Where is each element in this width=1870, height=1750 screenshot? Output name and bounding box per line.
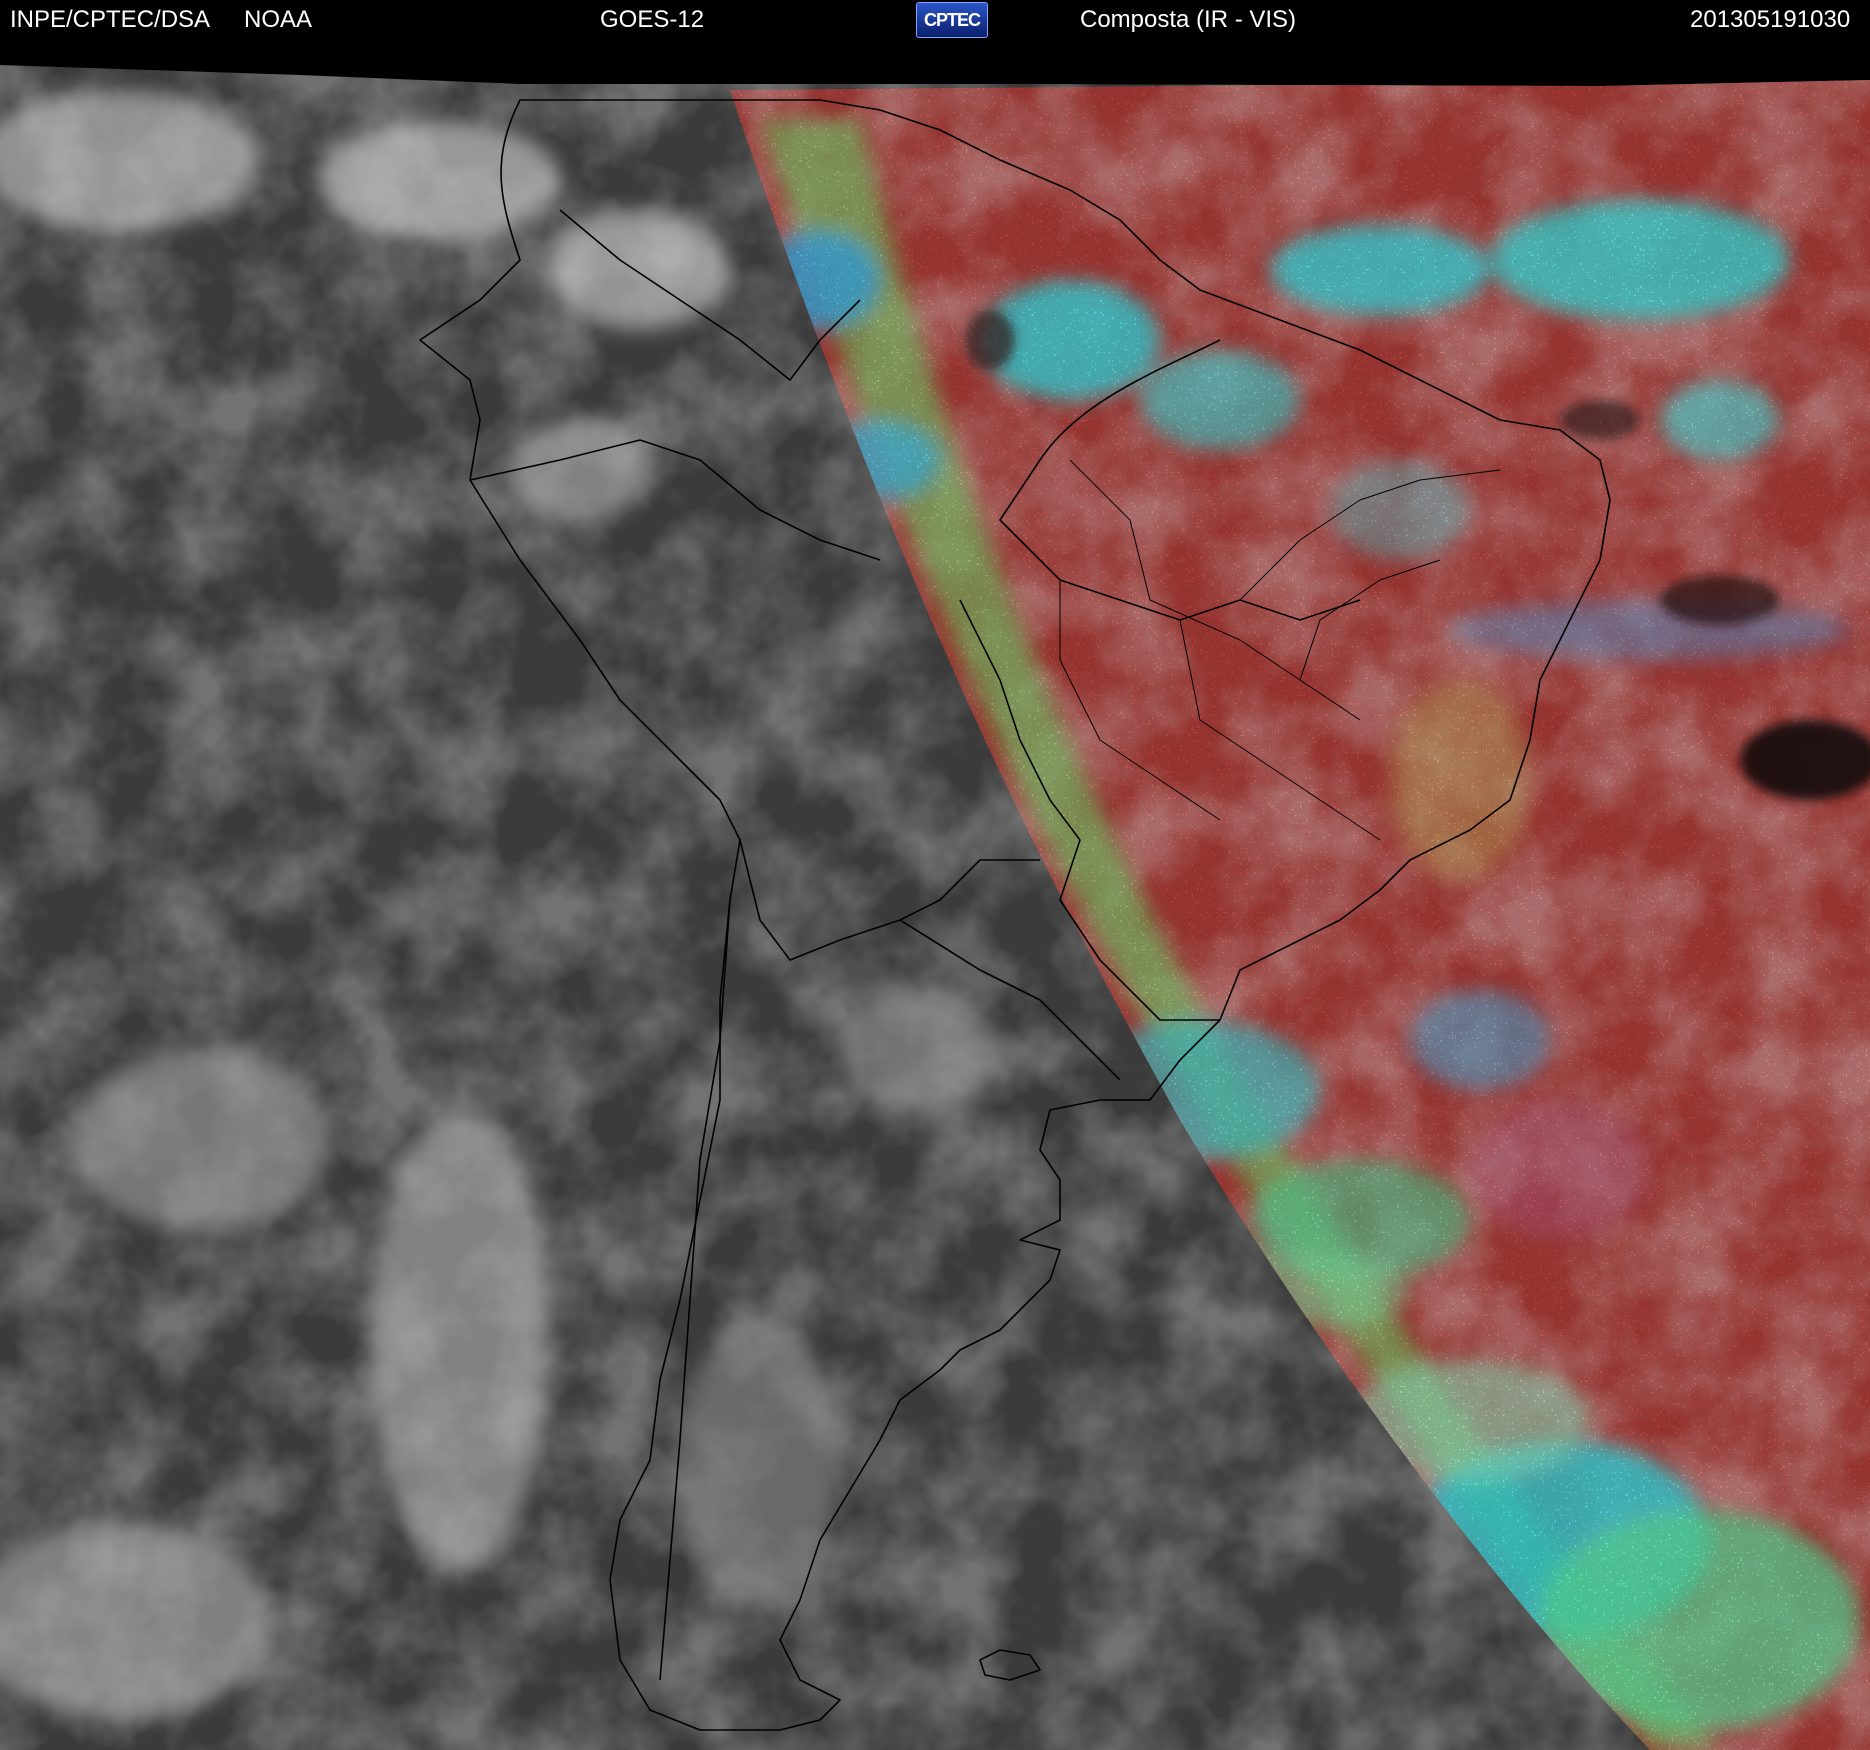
image-header-bar: INPE/CPTEC/DSA NOAA GOES-12 CPTEC Compos… <box>0 0 1870 40</box>
agency-label: NOAA <box>244 6 313 33</box>
cptec-logo-text: CPTEC <box>923 10 981 30</box>
satellite-composite-map <box>0 40 1870 1750</box>
cptec-logo: CPTEC <box>916 2 988 38</box>
earth-disk <box>0 65 1870 1750</box>
satellite-label: GOES-12 <box>600 6 705 33</box>
product-label: Composta (IR - VIS) <box>1080 6 1297 33</box>
timestamp-label: 201305191030 <box>1690 6 1851 33</box>
institution-label: INPE/CPTEC/DSA <box>10 6 211 33</box>
